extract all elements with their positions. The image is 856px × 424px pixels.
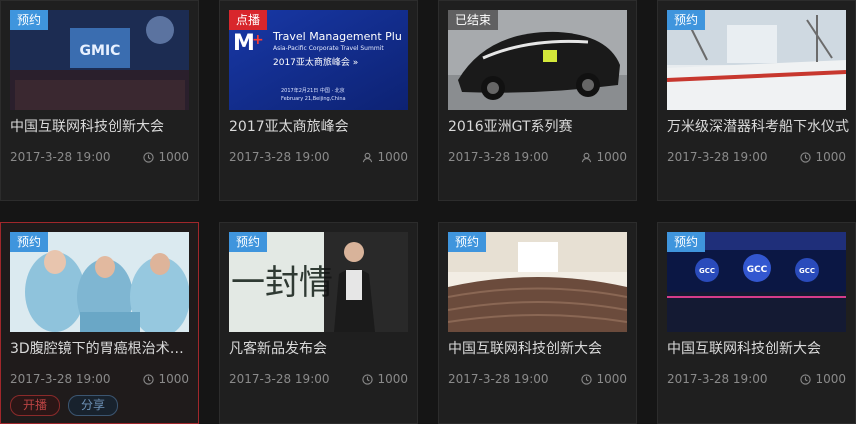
event-thumbnail[interactable]: 一封情 预约 [229, 232, 408, 332]
clock-icon [581, 373, 593, 385]
status-badge: 预约 [667, 232, 706, 252]
start-live-button[interactable]: 开播 [10, 395, 61, 416]
clock-icon [800, 151, 812, 163]
view-count: 1000 [581, 150, 627, 164]
event-card[interactable]: 一封情 预约 凡客新品发布会 2017-3-28 19:00 1000 [219, 222, 418, 424]
svg-text:GCC: GCC [799, 267, 815, 275]
view-count-value: 1000 [377, 150, 408, 164]
event-title[interactable]: 万米级深潜器科考船下水仪式 [667, 116, 849, 136]
event-card[interactable]: 已结束 2016亚洲GT系列赛 2017-3-28 19:00 1000 [438, 0, 637, 201]
thumbnail-date-cn: 2017年2月21日 中国 · 北京 [281, 88, 345, 94]
status-badge: 预约 [667, 10, 706, 30]
view-count: 1000 [143, 150, 189, 164]
view-count-value: 1000 [158, 372, 189, 386]
event-date: 2017-3-28 19:00 [667, 150, 768, 164]
thumbnail-heading: 2017亚太商旅峰会 » [273, 58, 359, 68]
view-count: 1000 [800, 150, 846, 164]
event-card[interactable]: GCC GCC GCC 预约 中国互联网科技创新大会 2017-3-28 19:… [657, 222, 856, 424]
event-card[interactable]: GMIC 预约 中国互联网科技创新大会 2017-3-28 19:00 1000 [0, 0, 199, 201]
svg-text:GCC: GCC [699, 267, 715, 275]
event-thumbnail[interactable]: GMIC 预约 [10, 10, 189, 110]
card-actions: 开播 分享 [10, 395, 119, 416]
clock-icon [800, 373, 812, 385]
event-date: 2017-3-28 19:00 [448, 150, 549, 164]
event-date: 2017-3-28 19:00 [229, 150, 330, 164]
thumbnail-subtitle: Asia-Pacific Corporate Travel Summit [273, 45, 384, 52]
user-icon [582, 152, 592, 162]
event-title[interactable]: 中国互联网科技创新大会 [667, 338, 849, 358]
event-card[interactable]: 预约 3D腹腔镜下的胃癌根治术手术直播 2017-3-28 19:00 1000… [0, 222, 199, 424]
share-button[interactable]: 分享 [68, 395, 119, 416]
view-count-value: 1000 [815, 372, 846, 386]
event-thumbnail[interactable]: 预约 [10, 232, 189, 332]
event-date: 2017-3-28 19:00 [448, 372, 549, 386]
event-card[interactable]: 预约 中国互联网科技创新大会 2017-3-28 19:00 1000 [438, 222, 637, 424]
event-title[interactable]: 中国互联网科技创新大会 [448, 338, 630, 358]
event-date: 2017-3-28 19:00 [667, 372, 768, 386]
event-card[interactable]: M + Travel Management Plu Asia-Pacific C… [219, 0, 418, 201]
view-count-value: 1000 [377, 372, 408, 386]
view-count: 1000 [581, 372, 627, 386]
view-count-value: 1000 [158, 150, 189, 164]
event-title[interactable]: 2016亚洲GT系列赛 [448, 116, 630, 136]
thumbnail-date-en: February 21,Beijing,China [281, 96, 346, 102]
view-count-value: 1000 [815, 150, 846, 164]
view-count: 1000 [143, 372, 189, 386]
svg-text:+: + [252, 32, 264, 48]
event-thumbnail[interactable]: M + Travel Management Plu Asia-Pacific C… [229, 10, 408, 110]
thumbnail-brand: Travel Management Plu [273, 30, 402, 43]
view-count: 1000 [800, 372, 846, 386]
status-badge: 预约 [448, 232, 487, 252]
event-date: 2017-3-28 19:00 [229, 372, 330, 386]
event-date: 2017-3-28 19:00 [10, 372, 111, 386]
event-grid: GMIC 预约 中国互联网科技创新大会 2017-3-28 19:00 1000… [0, 0, 856, 424]
status-badge: 已结束 [448, 10, 499, 30]
view-count-value: 1000 [596, 150, 627, 164]
event-date: 2017-3-28 19:00 [10, 150, 111, 164]
status-badge: 点播 [229, 10, 268, 30]
event-thumbnail[interactable]: 已结束 [448, 10, 627, 110]
svg-text:GCC: GCC [747, 265, 768, 275]
event-thumbnail[interactable]: 预约 [448, 232, 627, 332]
view-count-value: 1000 [596, 372, 627, 386]
event-title[interactable]: 2017亚太商旅峰会 [229, 116, 411, 136]
clock-icon [143, 151, 155, 163]
event-thumbnail[interactable]: 预约 [667, 10, 846, 110]
event-title[interactable]: 中国互联网科技创新大会 [10, 116, 192, 136]
event-card[interactable]: 预约 万米级深潜器科考船下水仪式 2017-3-28 19:00 1000 [657, 0, 856, 201]
svg-text:一封情: 一封情 [231, 263, 333, 303]
event-thumbnail[interactable]: GCC GCC GCC 预约 [667, 232, 846, 332]
user-icon [363, 152, 373, 162]
view-count: 1000 [362, 372, 408, 386]
event-title[interactable]: 凡客新品发布会 [229, 338, 411, 358]
status-badge: 预约 [10, 232, 49, 252]
view-count: 1000 [362, 150, 408, 164]
event-title[interactable]: 3D腹腔镜下的胃癌根治术手术直播 [10, 338, 192, 358]
status-badge: 预约 [10, 10, 49, 30]
clock-icon [143, 373, 155, 385]
clock-icon [362, 373, 374, 385]
status-badge: 预约 [229, 232, 268, 252]
svg-text:GMIC: GMIC [80, 43, 121, 59]
